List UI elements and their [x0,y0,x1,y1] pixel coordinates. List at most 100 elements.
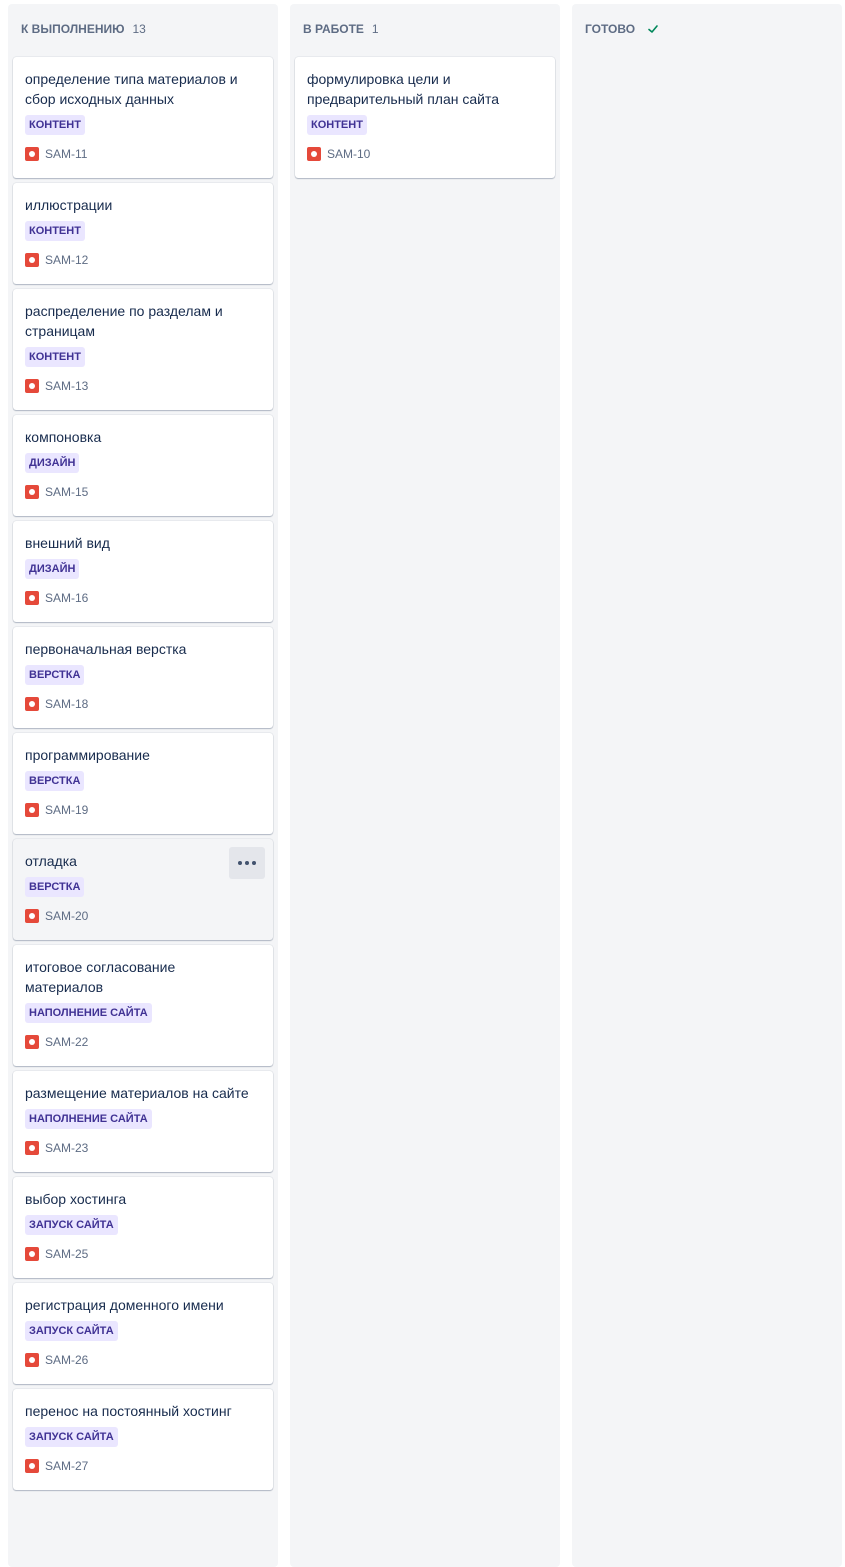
issue-card[interactable]: выбор хостинга ЗАПУСК САЙТА SAM-25 [13,1177,273,1278]
issue-key[interactable]: SAM-13 [45,379,88,393]
epic-label: КОНТЕНТ [25,347,85,367]
bug-icon [25,379,39,393]
epic-label: ЗАПУСК САЙТА [25,1321,118,1341]
epic-label: ДИЗАЙН [25,559,80,579]
issue-card[interactable]: перенос на постоянный хостинг ЗАПУСК САЙТ… [13,1389,273,1490]
column-header[interactable]: К ВЫПОЛНЕНИЮ 13 [21,21,146,37]
issue-summary: регистрация доменного имени [25,1297,224,1313]
issue-card[interactable]: определение типа материалов и сбор исход… [13,57,273,178]
issue-summary: программирование [25,747,150,763]
card-footer: SAM-12 [25,252,261,268]
issue-card[interactable]: программирование ВЕРСТКА SAM-19 [13,733,273,834]
issue-summary: размещение материалов на сайте [25,1085,249,1101]
more-dot [238,861,242,865]
column-title: В РАБОТЕ [303,22,364,36]
issue-key[interactable]: SAM-15 [45,485,88,499]
issue-summary: первоначальная верстка [25,641,187,657]
bug-icon [25,909,39,923]
card-footer: SAM-23 [25,1140,261,1156]
card-footer: SAM-18 [25,696,261,712]
issue-key[interactable]: SAM-20 [45,909,88,923]
card-footer: SAM-22 [25,1034,261,1050]
issue-card[interactable]: размещение материалов на сайте НАПОЛНЕНИЕ… [13,1071,273,1172]
issue-summary: итоговое согласование материалов [25,959,176,995]
card-footer: SAM-27 [25,1458,261,1474]
issue-card[interactable]: отладка ВЕРСТКА SAM-20 [13,839,273,940]
bug-icon [25,697,39,711]
issue-card[interactable]: итоговое согласование материалов НАПОЛНЕН… [13,945,273,1066]
bug-icon [25,253,39,267]
issue-summary: определение типа материалов и сбор исход… [25,71,238,107]
card-footer: SAM-10 [307,146,543,162]
epic-label: ВЕРСТКА [25,771,85,791]
issue-summary: компоновка [25,429,102,445]
column-in-progress: В РАБОТЕ 1 формулировка цели и предварит… [290,4,560,1567]
epic-label: КОНТЕНТ [307,115,367,135]
issue-key[interactable]: SAM-22 [45,1035,88,1049]
bug-icon [25,1353,39,1367]
issue-key[interactable]: SAM-11 [45,147,87,161]
card-footer: SAM-15 [25,484,261,500]
check-icon [648,25,658,33]
epic-label: КОНТЕНТ [25,115,85,135]
issue-key[interactable]: SAM-10 [327,147,370,161]
column-header[interactable]: ГОТОВО [585,21,659,37]
issue-summary: выбор хостинга [25,1191,127,1207]
issue-key[interactable]: SAM-18 [45,697,88,711]
bug-icon [25,1459,39,1473]
epic-label: ДИЗАЙН [25,453,80,473]
issue-card[interactable]: регистрация доменного имени ЗАПУСК САЙТА S… [13,1283,273,1384]
bug-icon [25,147,39,161]
column-todo: К ВЫПОЛНЕНИЮ 13 определение типа материа… [8,4,278,1567]
issue-count: 1 [371,22,379,36]
bug-icon [25,1141,39,1155]
board: К ВЫПОЛНЕНИЮ 13 определение типа материа… [0,0,845,1567]
epic-label: КОНТЕНТ [25,221,85,241]
bug-icon [25,485,39,499]
issue-summary: внешний вид [25,535,110,551]
issue-key[interactable]: SAM-12 [45,253,88,267]
epic-label: ЗАПУСК САЙТА [25,1427,118,1447]
epic-label: ВЕРСТКА [25,665,85,685]
card-footer: SAM-16 [25,590,261,606]
bug-icon [25,803,39,817]
card-list: определение типа материалов и сбор исход… [13,57,273,1495]
issue-key[interactable]: SAM-27 [45,1459,88,1473]
more-icon[interactable] [229,847,265,879]
issue-key[interactable]: SAM-16 [45,591,88,605]
issue-key[interactable]: SAM-23 [45,1141,88,1155]
card-footer: SAM-20 [25,908,261,924]
issue-summary: иллюстрации [25,197,113,213]
issue-card[interactable]: компоновка ДИЗАЙН SAM-15 [13,415,273,516]
card-footer: SAM-13 [25,378,261,394]
bug-icon [307,147,321,161]
issue-summary: формулировка цели и предварительный план… [307,71,500,107]
bug-icon [25,1247,39,1261]
issue-card[interactable]: иллюстрации КОНТЕНТ SAM-12 [13,183,273,284]
issue-key[interactable]: SAM-19 [45,803,88,817]
issue-summary: распределение по разделам и страницам [25,303,223,339]
column-header[interactable]: В РАБОТЕ 1 [303,21,379,37]
bug-icon [25,591,39,605]
card-footer: SAM-26 [25,1352,261,1368]
column-title: ГОТОВО [585,22,636,36]
issue-card[interactable]: распределение по разделам и страницам КОН… [13,289,273,410]
issue-key[interactable]: SAM-25 [45,1247,88,1261]
epic-label: ВЕРСТКА [25,877,85,897]
issue-count: 13 [132,22,146,36]
issue-summary: перенос на постоянный хостинг [25,1403,232,1419]
issue-key[interactable]: SAM-26 [45,1353,88,1367]
column-title: К ВЫПОЛНЕНИЮ [21,22,125,36]
card-footer: SAM-25 [25,1246,261,1262]
more-dot [252,861,256,865]
issue-card[interactable]: первоначальная верстка ВЕРСТКА SAM-18 [13,627,273,728]
card-footer: SAM-19 [25,802,261,818]
card-footer: SAM-11 [25,146,261,162]
column-done: ГОТОВО [572,4,842,1567]
more-dot [245,861,249,865]
issue-card[interactable]: формулировка цели и предварительный план… [295,57,555,178]
card-list: формулировка цели и предварительный план… [295,57,555,183]
issue-card[interactable]: внешний вид ДИЗАЙН SAM-16 [13,521,273,622]
epic-label: ЗАПУСК САЙТА [25,1215,118,1235]
epic-label: НАПОЛНЕНИЕ САЙТА [25,1003,152,1023]
